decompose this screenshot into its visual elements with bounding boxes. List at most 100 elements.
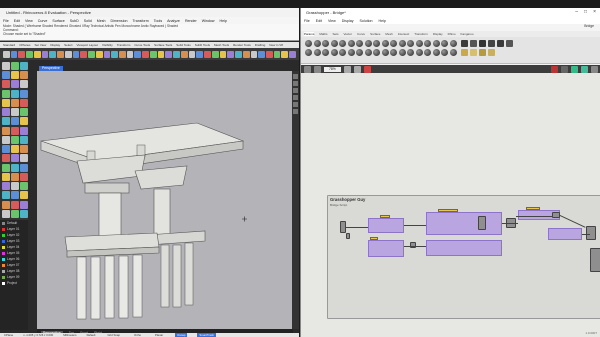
toolbox-tool-icon[interactable] — [2, 126, 10, 135]
toolbar-tool-icon[interactable] — [10, 50, 18, 58]
param-component-icon[interactable] — [461, 49, 468, 56]
tab-surface-tools[interactable]: Surface Tools — [154, 43, 172, 47]
settings-icon[interactable] — [591, 65, 598, 73]
param-component-icon[interactable] — [356, 40, 363, 47]
tab-surface[interactable]: Surface — [370, 32, 380, 36]
menu-mesh[interactable]: Mesh — [97, 19, 106, 23]
param-component-icon[interactable] — [381, 49, 389, 56]
menu-help[interactable]: Help — [220, 19, 227, 23]
tab-subd-tools[interactable]: SubD Tools — [195, 43, 210, 47]
toolbar-tool-icon[interactable] — [18, 50, 26, 58]
toolbox-tool-icon[interactable] — [2, 145, 10, 154]
gh-component[interactable] — [410, 242, 416, 248]
tab-maths[interactable]: Maths — [319, 32, 327, 36]
toolbox-tool-icon[interactable] — [2, 172, 10, 181]
toolbar-tool-icon[interactable] — [126, 50, 134, 58]
menu-surface[interactable]: Surface — [52, 19, 64, 23]
toolbar-tool-icon[interactable] — [235, 50, 242, 58]
menu-file[interactable]: File — [3, 19, 9, 23]
toolbar-tool-icon[interactable] — [103, 50, 111, 58]
toolbar-tool-icon[interactable] — [219, 50, 227, 58]
toolbar-tool-icon[interactable] — [180, 50, 188, 58]
toolbox-tool-icon[interactable] — [2, 98, 10, 107]
tab-intersect[interactable]: Intersect — [398, 32, 410, 36]
toolbox-tool-icon[interactable] — [20, 98, 28, 107]
gh-component[interactable] — [478, 216, 486, 230]
toolbar-tool-icon[interactable] — [72, 50, 80, 58]
param-component-icon[interactable] — [305, 40, 312, 47]
param-component-icon[interactable] — [449, 40, 457, 47]
script-group[interactable]: Grasshopper Guy Bridge Script — [327, 195, 600, 319]
toolbar-tool-icon[interactable] — [173, 50, 180, 58]
tool-icon[interactable] — [293, 95, 298, 100]
gh-canvas[interactable]: Grasshopper Guy Bridge Script 1.0.0007 — [301, 73, 600, 337]
toolbar-tool-icon[interactable] — [250, 50, 258, 58]
menu-display[interactable]: Display — [342, 19, 354, 23]
param-component-icon[interactable] — [339, 49, 346, 56]
tab-kangaroo[interactable]: Kangaroo — [461, 32, 474, 36]
toolbox-tool-icon[interactable] — [11, 182, 19, 191]
toolbar-tool-icon[interactable] — [80, 50, 88, 58]
mesh-preview-icon[interactable] — [581, 65, 588, 73]
param-component-icon[interactable] — [330, 49, 338, 56]
tab-sets[interactable]: Sets — [333, 32, 339, 36]
ortho-toggle[interactable]: Ortho — [132, 333, 143, 337]
sketch-icon[interactable] — [363, 65, 371, 73]
param-component-icon[interactable] — [407, 40, 414, 47]
minimize-icon[interactable]: – — [575, 9, 578, 15]
toolbox-tool-icon[interactable] — [2, 135, 10, 144]
tab-curve[interactable]: Curve — [357, 32, 365, 36]
color-swatch-icon[interactable] — [2, 269, 5, 273]
param-component-icon[interactable] — [381, 40, 389, 47]
eye-icon[interactable] — [353, 65, 361, 73]
toolbox-tool-icon[interactable] — [2, 108, 10, 117]
toolbox-tool-icon[interactable] — [20, 145, 28, 154]
color-swatch-icon[interactable] — [2, 263, 5, 267]
toolbox-tool-icon[interactable] — [2, 191, 10, 200]
toolbox-tool-icon[interactable] — [2, 62, 10, 70]
gh-component[interactable] — [346, 233, 350, 239]
tab-cplanes[interactable]: CPlanes — [19, 43, 30, 47]
param-component-icon[interactable] — [424, 40, 431, 47]
toolbar-tool-icon[interactable] — [258, 50, 265, 58]
param-component-icon[interactable] — [441, 49, 448, 56]
toolbox-tool-icon[interactable] — [11, 135, 19, 144]
menu-file[interactable]: File — [304, 19, 310, 23]
param-component-icon[interactable] — [470, 49, 477, 56]
zoom-level[interactable]: 78% — [324, 66, 341, 72]
tab-set-view[interactable]: Set View — [35, 43, 47, 47]
tab-vector[interactable]: Vector — [344, 32, 353, 36]
toolbox-tool-icon[interactable] — [20, 89, 28, 98]
slider-component[interactable] — [438, 209, 458, 212]
toolbar-tool-icon[interactable] — [142, 50, 149, 58]
toolbox-tool-icon[interactable] — [11, 172, 19, 181]
grid-snap-toggle[interactable]: Grid Snap — [105, 333, 122, 337]
menu-view[interactable]: View — [25, 19, 33, 23]
component-cluster[interactable] — [426, 240, 502, 256]
preview-icon[interactable] — [551, 65, 558, 73]
slider-component[interactable] — [526, 207, 540, 210]
maximize-icon[interactable]: □ — [584, 9, 587, 15]
toolbox-tool-icon[interactable] — [11, 191, 19, 200]
close-icon[interactable]: × — [593, 9, 596, 15]
color-swatch-icon[interactable] — [2, 227, 5, 231]
toolbox-tool-icon[interactable] — [20, 182, 28, 191]
slider-component[interactable] — [380, 215, 390, 218]
param-component-icon[interactable] — [390, 49, 397, 56]
tab-display[interactable]: Display — [50, 43, 60, 47]
menu-help[interactable]: Help — [379, 19, 386, 23]
param-component-icon[interactable] — [313, 40, 321, 47]
tab-transform[interactable]: Transform — [414, 32, 428, 36]
tab-standard[interactable]: Standard — [3, 43, 15, 47]
toolbox-tool-icon[interactable] — [2, 80, 10, 89]
perspective-viewport[interactable]: Perspective — [37, 66, 293, 329]
color-swatch-icon[interactable] — [2, 257, 5, 261]
wire[interactable] — [516, 216, 552, 217]
toolbox-tool-icon[interactable] — [20, 117, 28, 126]
menu-transform[interactable]: Transform — [133, 19, 149, 23]
toolbox-tool-icon[interactable] — [11, 71, 19, 80]
tool-icon[interactable] — [293, 102, 298, 107]
param-component-icon[interactable] — [461, 40, 468, 47]
param-component-icon[interactable] — [322, 49, 329, 56]
param-component-icon[interactable] — [441, 40, 448, 47]
